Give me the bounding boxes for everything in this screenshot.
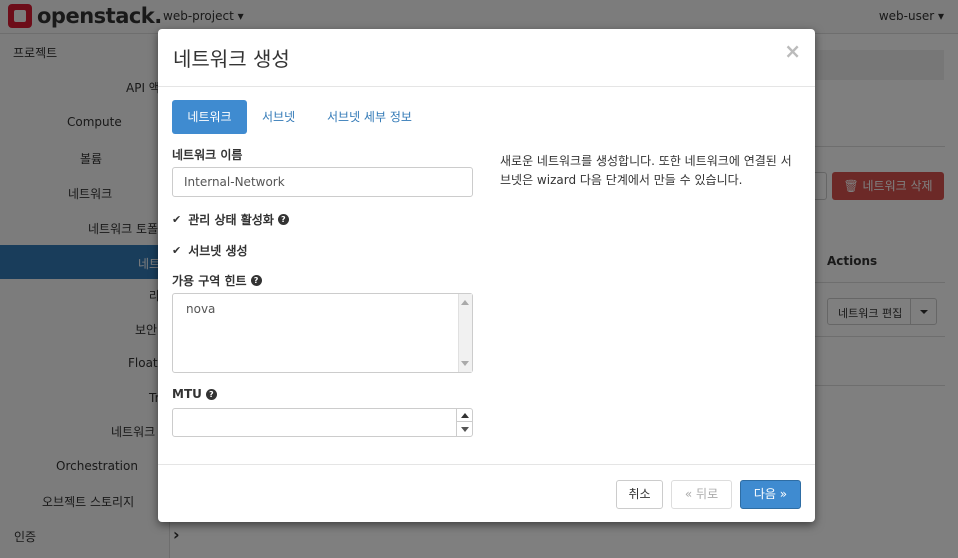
modal-header: 네트워크 생성 × bbox=[158, 29, 815, 87]
network-name-input[interactable] bbox=[172, 167, 473, 197]
az-hint-label: 가용 구역 힌트 bbox=[172, 274, 247, 288]
create-subnet-checkbox[interactable]: ✔ 서브넷 생성 bbox=[172, 242, 248, 259]
scroll-down-icon[interactable] bbox=[461, 361, 469, 366]
checkbox-checked-icon[interactable]: ✔ bbox=[172, 213, 181, 226]
back-button[interactable]: « 뒤로 bbox=[671, 480, 732, 509]
create-subnet-label: 서브넷 생성 bbox=[188, 244, 248, 258]
help-icon[interactable]: ? bbox=[250, 275, 262, 286]
next-button[interactable]: 다음 » bbox=[740, 480, 801, 509]
help-icon[interactable]: ? bbox=[277, 214, 289, 225]
admin-state-checkbox[interactable]: ✔ 관리 상태 활성화 ? bbox=[172, 211, 289, 228]
increment-icon[interactable] bbox=[457, 409, 472, 422]
admin-state-label: 관리 상태 활성화 bbox=[188, 213, 274, 227]
tab-network[interactable]: 네트워크 bbox=[172, 100, 247, 134]
mtu-stepper[interactable] bbox=[456, 409, 472, 436]
scroll-up-icon[interactable] bbox=[461, 300, 469, 305]
tab-subnet[interactable]: 서브넷 bbox=[262, 100, 295, 134]
cancel-button[interactable]: 취소 bbox=[616, 480, 663, 509]
help-icon[interactable]: ? bbox=[205, 388, 217, 400]
availability-zone-select[interactable]: nova bbox=[172, 293, 473, 373]
decrement-icon[interactable] bbox=[457, 423, 472, 436]
az-hint-label-row: 가용 구역 힌트 ? bbox=[172, 272, 262, 289]
mtu-label-row: MTU ? bbox=[172, 387, 217, 401]
create-network-modal: 네트워크 생성 × 네트워크 서브넷 서브넷 세부 정보 네트워크 이름 ✔ 관… bbox=[158, 29, 815, 522]
tab-subnet-details[interactable]: 서브넷 세부 정보 bbox=[327, 100, 412, 134]
checkbox-checked-icon[interactable]: ✔ bbox=[172, 244, 181, 257]
modal-title: 네트워크 생성 bbox=[173, 47, 290, 71]
scrollbar[interactable] bbox=[458, 294, 472, 372]
help-description: 새로운 네트워크를 생성합니다. 또한 네트워크에 연결된 서브넷은 wizar… bbox=[500, 154, 792, 187]
network-name-label: 네트워크 이름 bbox=[172, 148, 243, 162]
mtu-label: MTU bbox=[172, 387, 202, 401]
close-icon[interactable]: × bbox=[784, 39, 801, 63]
mtu-input[interactable] bbox=[172, 408, 473, 437]
modal-footer: 취소 « 뒤로 다음 » bbox=[158, 464, 815, 522]
az-option-nova[interactable]: nova bbox=[186, 302, 215, 316]
